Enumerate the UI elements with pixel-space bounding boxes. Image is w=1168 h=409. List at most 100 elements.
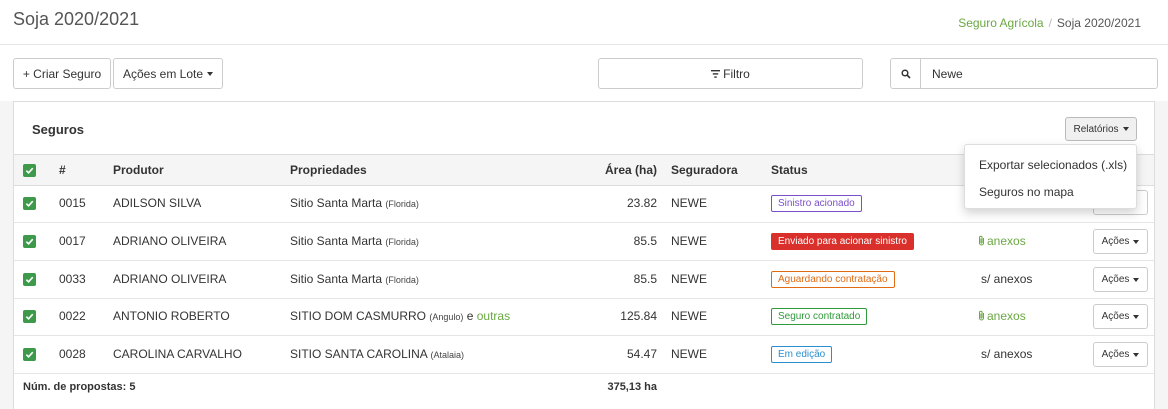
producer-name: ANTONIO ROBERTO [113,309,230,323]
create-insurance-button[interactable]: + Criar Seguro [13,58,111,89]
check-icon [25,276,34,284]
status-badge: Seguro contratado [771,308,868,326]
total-area: 375,13 ha [607,381,657,393]
row-number: 0028 [59,347,86,361]
property-cell: Sitio Santa Marta (Florida) [290,223,419,260]
row-checkbox[interactable] [23,273,36,286]
table-row[interactable]: 0033 ADRIANO OLIVEIRA Sitio Santa Marta (F… [14,261,1154,299]
select-all-checkbox[interactable] [23,164,36,177]
reports-button[interactable]: Relatórios [1065,117,1137,141]
caret-down-icon [1133,239,1140,244]
other-properties-link[interactable]: outras [477,309,510,323]
row-checkbox[interactable] [23,310,36,323]
property-name: Sitio Santa Marta [290,234,383,248]
insurer-name: NEWE [671,272,707,286]
menu-item-export-selected[interactable]: Exportar selecionados (.xls) [979,158,1127,172]
attachments-link[interactable]: anexos [978,298,1026,335]
row-actions-label: Ações [1101,236,1130,247]
property-cell: Sitio Santa Marta (Florida) [290,185,419,222]
area-value: 23.82 [626,196,657,210]
table-footer: Núm. de propostas: 5 375,13 ha [14,374,1154,400]
page-title: Soja 2020/2021 [13,9,140,29]
insurer-name: NEWE [671,347,707,361]
row-number: 0033 [59,272,86,286]
paperclip-icon [979,235,984,246]
page-header: Soja 2020/2021 Seguro Agrícola / Soja 2020… [0,0,1168,45]
no-attachments-label: s/ anexos [981,347,1033,361]
producer-name: ADRIANO OLIVEIRA [113,234,227,248]
table-row[interactable]: 0017 ADRIANO OLIVEIRA Sitio Santa Marta (F… [14,223,1154,261]
row-checkbox[interactable] [23,197,36,210]
area-value: 85.5 [633,272,657,286]
row-actions-button[interactable]: Ações [1093,342,1148,367]
attachments-label: anexos [987,309,1026,323]
check-icon [25,313,34,321]
search-button[interactable] [890,58,921,89]
property-name: Sitio Santa Marta [290,272,383,286]
reports-dropdown-menu: Exportar selecionados (.xls) Seguros no … [964,144,1137,209]
menu-item-insurance-map[interactable]: Seguros no mapa [979,185,1074,199]
status-badge: Aguardando contratação [771,271,895,289]
filter-icon [711,69,721,78]
check-icon [25,200,34,208]
table-row[interactable]: 0022 ANTONIO ROBERTO SITIO DOM CASMURRO (A… [14,298,1154,336]
caret-down-icon [207,71,214,76]
property-locality: (Atalaia) [430,350,465,360]
column-header-insurer[interactable]: Seguradora [671,155,738,185]
check-icon [25,238,34,246]
producer-name: ADRIANO OLIVEIRA [113,272,227,286]
status-cell: Aguardando contratação [771,261,895,298]
property-name: SITIO SANTA CAROLINA [290,347,428,361]
row-actions-label: Ações [1101,311,1130,322]
filter-button[interactable]: Filtro [598,58,863,89]
row-number: 0017 [59,234,86,248]
property-cell: SITIO SANTA CAROLINA (Atalaia) [290,336,464,373]
reports-label: Relatórios [1073,123,1119,135]
check-icon [25,167,34,175]
property-locality: (Angulo) [429,312,464,322]
area-value: 85.5 [633,234,657,248]
column-header-area[interactable]: Área (ha) [557,155,657,185]
column-header-num: # [59,163,66,177]
property-locality: (Florida) [385,275,419,285]
property-cell: Sitio Santa Marta (Florida) [290,261,419,298]
caret-down-icon [1133,352,1140,357]
attachments-label: anexos [987,234,1026,248]
caret-down-icon [1133,277,1140,282]
row-actions-button[interactable]: Ações [1093,304,1148,329]
row-checkbox[interactable] [23,348,36,361]
area-value: 54.47 [626,347,657,361]
attachments-link[interactable]: anexos [978,223,1026,260]
property-name: SITIO DOM CASMURRO [290,309,427,323]
filter-label: Filtro [723,66,750,81]
breadcrumb-separator: / [1048,16,1052,30]
insurer-name: NEWE [671,234,707,248]
column-header-status[interactable]: Status [771,155,808,185]
search-input[interactable] [920,58,1158,89]
status-badge: Em edição [771,346,833,364]
insurer-name: NEWE [671,196,707,210]
caret-down-icon [1122,127,1129,131]
column-header-properties[interactable]: Propriedades [290,155,367,185]
table-row[interactable]: 0028 CAROLINA CARVALHO SITIO SANTA CAROLIN… [14,336,1154,374]
producer-name: ADILSON SILVA [113,196,202,210]
row-actions-label: Ações [1101,274,1130,285]
status-cell: Sinistro acionado [771,185,862,222]
search-icon [900,68,911,79]
row-actions-button[interactable]: Ações [1093,267,1148,292]
column-header-producer[interactable]: Produtor [113,155,164,185]
property-locality: (Florida) [385,199,419,209]
status-badge: Sinistro acionado [771,195,862,213]
batch-actions-label: Ações em Lote [122,66,204,81]
status-cell: Seguro contratado [771,298,868,335]
insurer-name: NEWE [671,309,707,323]
batch-actions-button[interactable]: Ações em Lote [113,58,223,89]
breadcrumb-seguro-agricola[interactable]: Seguro Agrícola [958,16,1043,30]
property-locality: (Florida) [385,237,419,247]
paperclip-icon [979,310,984,321]
panel-title: Seguros [32,122,85,137]
row-actions-button[interactable]: Ações [1093,229,1148,254]
row-number: 0015 [59,196,86,210]
status-cell: Em edição [771,336,833,373]
row-checkbox[interactable] [23,235,36,248]
